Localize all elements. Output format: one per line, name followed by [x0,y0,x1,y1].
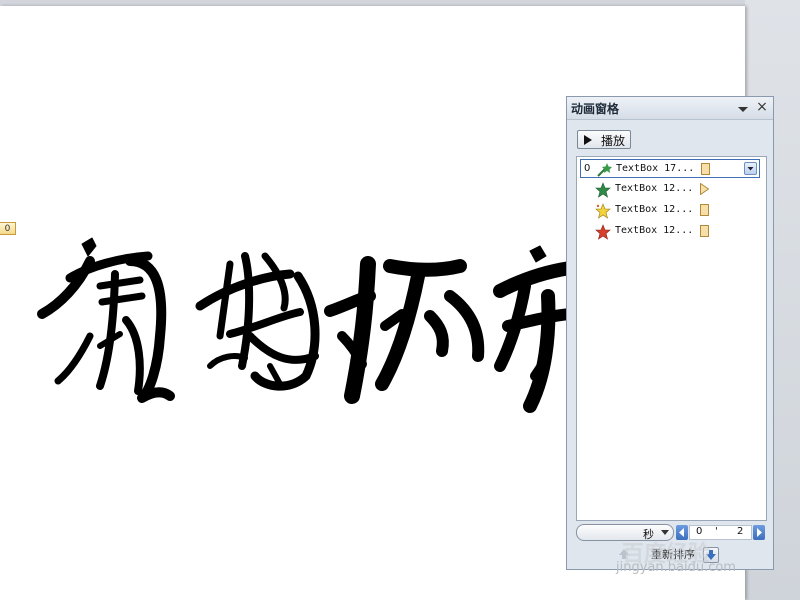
animation-item-2[interactable]: TextBox 12... [580,180,760,199]
chevron-down-icon[interactable] [744,162,757,175]
play-button[interactable]: 播放 [577,130,631,149]
timing-triangle [700,182,710,196]
pane-title: 动画窗格 [571,102,620,116]
animation-item-name: TextBox 12... [615,204,694,215]
scale-tick: ' [715,526,718,537]
animation-list[interactable]: 0 TextBox 17... TextBox 12... TextBox 12… [576,156,767,521]
red-star-icon [595,224,611,240]
timing-bar [701,163,710,175]
pane-header: 动画窗格 × [567,97,773,120]
pane-menu-dropdown-icon[interactable] [737,101,749,115]
animation-item-3[interactable]: TextBox 12... [580,201,760,220]
timing-bar [700,225,709,237]
calligraphy-artwork[interactable] [30,216,570,426]
timeline-scroll-right[interactable] [753,525,765,540]
animation-item-name: TextBox 12... [615,183,694,194]
animation-item-name: TextBox 17... [616,163,695,174]
green-star-icon [595,182,611,198]
scale-tick: 2 [737,526,744,537]
timing-bar [700,204,709,216]
animation-item-1[interactable]: 0 TextBox 17... [580,159,760,178]
animation-pane: 动画窗格 × 播放 0 TextBox 17... TextBox 12... … [566,96,774,570]
play-icon [584,135,592,145]
motion-path-star-icon [597,163,612,177]
yellow-star-icon [595,203,611,219]
close-icon[interactable]: × [755,99,769,115]
animation-order: 0 [584,163,591,174]
animation-item-name: TextBox 12... [615,225,694,236]
play-button-label: 播放 [601,134,626,148]
animation-item-4[interactable]: TextBox 12... [580,222,760,241]
animation-order-badge[interactable]: 0 [0,222,16,235]
watermark-url: jingyan.baidu.com [616,560,736,575]
